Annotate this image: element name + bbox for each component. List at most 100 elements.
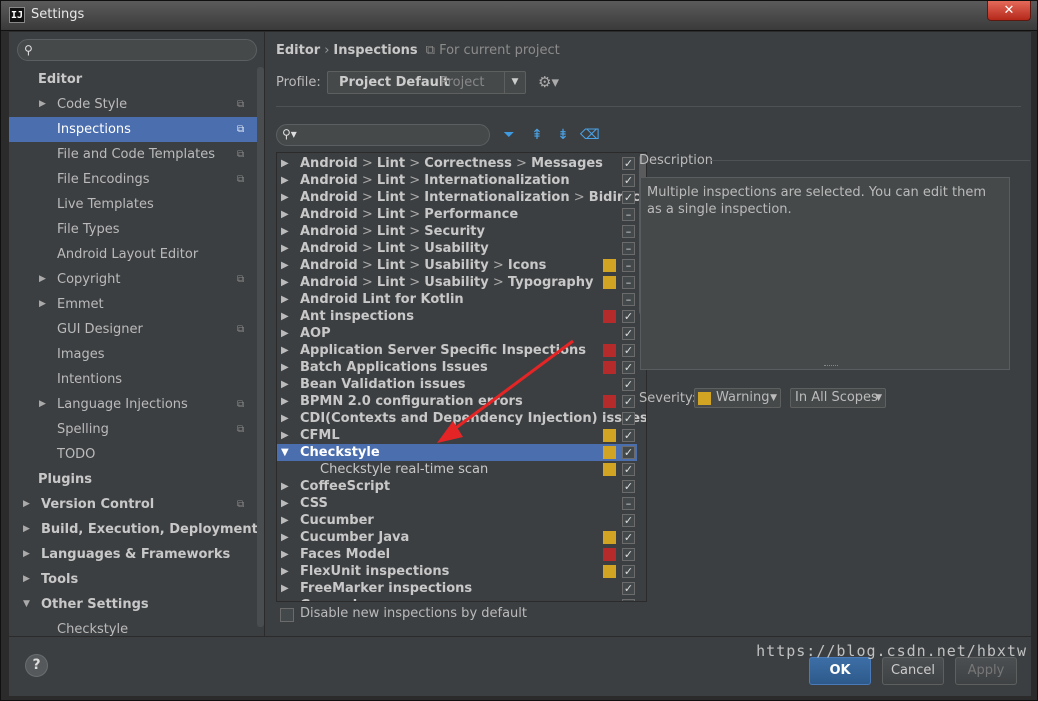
close-button[interactable]: ✕ [987,1,1031,21]
enabled-checkbox[interactable]: ✓ [622,480,635,493]
inspection-row[interactable]: ▶ Cucumber ✓ [277,512,637,529]
enabled-checkbox[interactable]: ✓ [622,157,635,170]
collapsed-arrow-icon[interactable]: ▶ [23,542,33,567]
collapsed-arrow-icon[interactable]: ▶ [281,155,289,172]
sidebar-item-language-injections[interactable]: ▶ Language Injections ⧉ [9,392,264,417]
gear-icon[interactable]: ⚙▾ [538,73,559,91]
sidebar-item-inspections[interactable]: Inspections ⧉ [9,117,264,142]
inspection-row[interactable]: ▶ Cucumber Java ✓ [277,529,637,546]
collapsed-arrow-icon[interactable]: ▶ [281,393,289,410]
enabled-checkbox[interactable]: ✓ [622,429,635,442]
inspection-row[interactable]: ▼ Checkstyle ✓ [277,444,637,461]
collapsed-arrow-icon[interactable]: ▶ [281,257,289,274]
collapsed-arrow-icon[interactable]: ▶ [281,274,289,291]
enabled-checkbox[interactable]: ✓ [622,514,635,527]
sidebar-item-spelling[interactable]: Spelling ⧉ [9,417,264,442]
enabled-checkbox[interactable]: ✓ [622,310,635,323]
inspection-row[interactable]: ▶ Bean Validation issues ✓ [277,376,637,393]
collapsed-arrow-icon[interactable]: ▶ [39,292,49,317]
inspection-row[interactable]: Checkstyle real-time scan ✓ [277,461,637,478]
collapsed-arrow-icon[interactable]: ▶ [281,529,289,546]
inspection-row[interactable]: ▶ CSS – [277,495,637,512]
collapsed-arrow-icon[interactable]: ▶ [23,517,33,542]
sidebar-item-file-encodings[interactable]: File Encodings ⧉ [9,167,264,192]
inspection-row[interactable]: ▶ Android > Lint > Usability > Typography… [277,274,637,291]
sidebar-item-android-layout-editor[interactable]: Android Layout Editor [9,242,264,267]
inspection-row[interactable]: ▶ CDI(Contexts and Dependency Injection) … [277,410,646,427]
settings-search-input[interactable]: ⚲ [17,39,257,61]
ok-button[interactable]: OK [809,657,871,685]
inspection-row[interactable]: ▶ General ✓ [277,597,637,601]
enabled-checkbox[interactable]: ✓ [622,361,635,374]
enabled-checkbox[interactable]: ✓ [622,582,635,595]
inspection-row[interactable]: ▶ Android > Lint > Performance – [277,206,637,223]
sidebar-item-code-style[interactable]: ▶ Code Style ⧉ [9,92,264,117]
profile-dropdown[interactable]: Project Default Project ▼ [327,71,526,94]
collapsed-arrow-icon[interactable]: ▶ [39,92,49,117]
enabled-checkbox[interactable]: ✓ [622,395,635,408]
inspection-row[interactable]: ▶ Application Server Specific Inspections… [277,342,637,359]
sidebar-item-gui-designer[interactable]: GUI Designer ⧉ [9,317,264,342]
collapsed-arrow-icon[interactable]: ▶ [281,563,289,580]
collapsed-arrow-icon[interactable]: ▶ [281,580,289,597]
sidebar-item-copyright[interactable]: ▶ Copyright ⧉ [9,267,264,292]
enabled-checkbox[interactable]: ✓ [622,463,635,476]
apply-button[interactable]: Apply [955,657,1017,685]
sidebar-item-build-execution-deployment[interactable]: ▶ Build, Execution, Deployment [9,517,264,542]
sidebar-item-languages-frameworks[interactable]: ▶ Languages & Frameworks [9,542,264,567]
inspection-row[interactable]: ▶ FreeMarker inspections ✓ [277,580,637,597]
inspection-search-input[interactable]: ⚲▾ [276,124,490,146]
inspection-row[interactable]: ▶ Android > Lint > Correctness > Messages… [277,155,637,172]
inspection-row[interactable]: ▶ Android > Lint > Usability > Icons – [277,257,637,274]
collapsed-arrow-icon[interactable]: ▶ [281,240,289,257]
collapsed-arrow-icon[interactable]: ▶ [281,189,289,206]
collapsed-arrow-icon[interactable]: ▶ [23,567,33,592]
enabled-checkbox[interactable]: ✓ [622,531,635,544]
enabled-checkbox[interactable]: – [622,242,635,255]
inspection-row[interactable]: ▶ Android > Lint > Internationalization ✓ [277,172,637,189]
collapse-all-icon[interactable]: ⇟ [554,126,572,144]
inspection-row[interactable]: ▶ Android > Lint > Usability – [277,240,637,257]
enabled-checkbox[interactable]: – [622,225,635,238]
enabled-checkbox[interactable]: – [622,259,635,272]
collapsed-arrow-icon[interactable]: ▶ [281,597,289,601]
collapsed-arrow-icon[interactable]: ▶ [281,376,289,393]
inspection-row[interactable]: ▶ FlexUnit inspections ✓ [277,563,637,580]
collapsed-arrow-icon[interactable]: ▶ [23,492,33,517]
collapsed-arrow-icon[interactable]: ▶ [39,392,49,417]
expand-all-icon[interactable]: ⇞ [528,126,546,144]
enabled-checkbox[interactable]: – [622,293,635,306]
collapsed-arrow-icon[interactable]: ▶ [281,325,289,342]
enabled-checkbox[interactable]: ✓ [622,344,635,357]
sidebar-item-plugins[interactable]: Plugins [9,467,264,492]
collapsed-arrow-icon[interactable]: ▶ [281,478,289,495]
sidebar-item-todo[interactable]: TODO [9,442,264,467]
collapsed-arrow-icon[interactable]: ▶ [281,410,289,427]
sidebar-item-images[interactable]: Images [9,342,264,367]
inspection-row[interactable]: ▶ AOP ✓ [277,325,637,342]
enabled-checkbox[interactable]: ✓ [622,565,635,578]
collapsed-arrow-icon[interactable]: ▶ [281,308,289,325]
enabled-checkbox[interactable]: ✓ [622,174,635,187]
collapsed-arrow-icon[interactable]: ▶ [281,342,289,359]
enabled-checkbox[interactable]: ✓ [622,548,635,561]
inspection-row[interactable]: ▶ CFML ✓ [277,427,637,444]
collapsed-arrow-icon[interactable]: ▶ [281,427,289,444]
enabled-checkbox[interactable]: – [622,208,635,221]
collapsed-arrow-icon[interactable]: ▶ [281,546,289,563]
enabled-checkbox[interactable]: ✓ [622,599,635,601]
enabled-checkbox[interactable]: ✓ [622,378,635,391]
disable-new-checkbox[interactable] [280,608,294,622]
inspection-row[interactable]: ▶ Faces Model ✓ [277,546,637,563]
sidebar-item-editor[interactable]: Editor [9,67,264,92]
inspection-row[interactable]: ▶ BPMN 2.0 configuration errors ✓ [277,393,637,410]
collapsed-arrow-icon[interactable]: ▶ [39,267,49,292]
sidebar-scrollbar[interactable] [257,67,264,627]
expanded-arrow-icon[interactable]: ▼ [23,592,33,617]
resize-grip-icon[interactable] [824,365,838,367]
inspection-row[interactable]: ▶ Batch Applications Issues ✓ [277,359,637,376]
sidebar-item-file-and-code-templates[interactable]: File and Code Templates ⧉ [9,142,264,167]
scope-dropdown[interactable]: In All Scopes ▼ [790,388,886,408]
sidebar-item-file-types[interactable]: File Types [9,217,264,242]
enabled-checkbox[interactable]: – [622,276,635,289]
